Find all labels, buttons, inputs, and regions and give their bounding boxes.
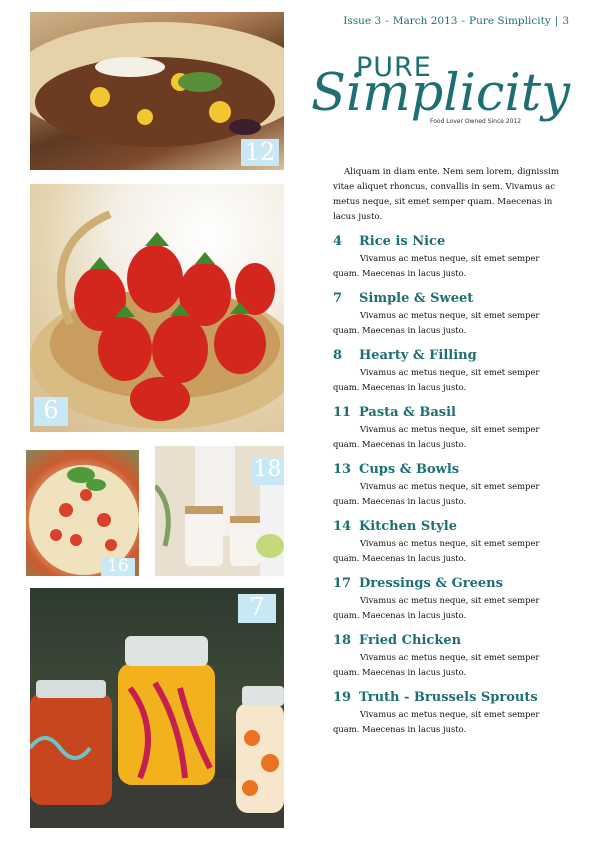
contents-title: Rice is Nice (359, 234, 446, 249)
photo-pasta[interactable]: 16 (26, 450, 139, 576)
contents-item[interactable]: 17 Dressings & Greens Vivamus ac metus ne… (333, 576, 563, 633)
jar-lanterns-illustration (30, 636, 284, 828)
strawberry-basket-illustration (30, 210, 284, 429)
contents-item[interactable]: 4 Rice is Nice Vivamus ac metus neque, si… (333, 234, 563, 291)
contents-description: Vivamus ac metus neque, sit emet semper … (333, 424, 540, 449)
issue-date: March 2013 (392, 15, 458, 27)
contents-item[interactable]: 19 Truth - Brussels Sprouts Vivamus ac me… (333, 690, 563, 747)
contents-page-number: 8 (333, 348, 343, 363)
contents-item[interactable]: 14 Kitchen Style Vivamus ac metus neque, … (333, 519, 563, 576)
contents-description: Vivamus ac metus neque, sit emet semper … (333, 310, 540, 335)
photo-jar-lanterns[interactable]: 7 (30, 588, 284, 828)
photo-burrito[interactable]: 12 (30, 12, 284, 170)
page-badge-12: 12 (241, 139, 279, 166)
publication-name: Pure Simplicity (469, 15, 551, 27)
contents-item[interactable]: 7 Simple & Sweet Vivamus ac metus neque, … (333, 291, 563, 348)
contents-page-number: 7 (333, 291, 343, 306)
contents-title: Simple & Sweet (359, 291, 474, 306)
contents-page-number: 19 (333, 690, 352, 705)
contents-page-number: 11 (333, 405, 352, 420)
contents-page-number: 14 (333, 519, 352, 534)
page-number: 3 (562, 15, 569, 27)
brand-word-simplicity: Simplicity (311, 64, 571, 123)
issue-line: Issue 3- March 2013- Pure Simplicity | 3 (343, 15, 569, 27)
contents-item[interactable]: 18 Fried Chicken Vivamus ac metus neque, … (333, 633, 563, 690)
contents-title: Truth - Brussels Sprouts (359, 690, 538, 705)
contents-list: 4 Rice is Nice Vivamus ac metus neque, si… (333, 234, 563, 747)
contents-description: Vivamus ac metus neque, sit emet semper … (333, 595, 540, 620)
contents-description: Vivamus ac metus neque, sit emet semper … (333, 538, 540, 563)
contents-page-number: 17 (333, 576, 352, 591)
contents-title: Hearty & Filling (359, 348, 477, 363)
contents-title: Kitchen Style (359, 519, 458, 534)
contents-item[interactable]: 8 Hearty & Filling Vivamus ac metus neque… (333, 348, 563, 405)
photo-kitchen-jars[interactable]: 18 (155, 446, 284, 576)
issue-label: Issue 3 (343, 15, 382, 27)
contents-page-number: 18 (333, 633, 352, 648)
page-badge-6: 6 (34, 397, 68, 426)
contents-page-number: 13 (333, 462, 352, 477)
intro-paragraph: Aliquam in diam ente. Nem sem lorem, dig… (333, 166, 559, 222)
contents-description: Vivamus ac metus neque, sit emet semper … (333, 253, 540, 278)
page-badge-16: 16 (101, 558, 135, 576)
contents-description: Vivamus ac metus neque, sit emet semper … (333, 709, 540, 734)
contents-description: Vivamus ac metus neque, sit emet semper … (333, 481, 540, 506)
photo-strawberries[interactable]: 6 (30, 184, 284, 432)
contents-item[interactable]: 11 Pasta & Basil Vivamus ac metus neque, … (333, 405, 563, 462)
contents-description: Vivamus ac metus neque, sit emet semper … (333, 652, 540, 677)
contents-description: Vivamus ac metus neque, sit emet semper … (333, 367, 540, 392)
contents-title: Cups & Bowls (359, 462, 460, 477)
contents-item[interactable]: 13 Cups & Bowls Vivamus ac metus neque, s… (333, 462, 563, 519)
contents-page-number: 4 (333, 234, 343, 249)
brand-tagline: Food Lover Owned Since 2012 (430, 118, 522, 125)
contents-title: Fried Chicken (359, 633, 462, 648)
contents-title: Dressings & Greens (359, 576, 503, 591)
page-badge-7: 7 (238, 594, 276, 623)
page-badge-18: 18 (251, 458, 284, 485)
contents-title: Pasta & Basil (359, 405, 456, 420)
